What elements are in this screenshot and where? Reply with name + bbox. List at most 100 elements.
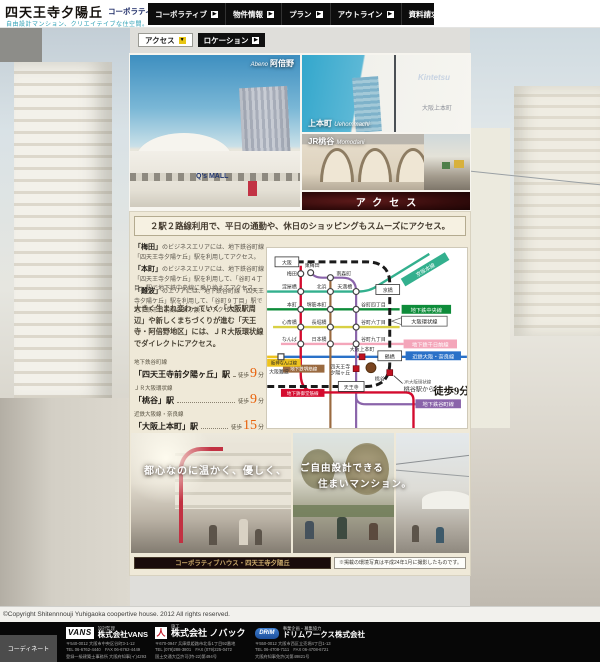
building-1 <box>514 86 600 336</box>
photo-label-uehommachi: 上本町 Uehommachi <box>308 118 372 129</box>
nav-item-cooperative[interactable]: コーポラティブ ▶ <box>148 3 227 25</box>
station-shitennoji-line1: 四天王寺 <box>330 365 350 371</box>
station-sakaisuji-hommachi: 堺筋本町 <box>307 301 327 308</box>
photo-abeno: Abeno 阿倍野 Q's MALL <box>130 55 300 207</box>
access-paragraph-umeda: 「梅田」のビジネスエリアには、地下鉄谷町線「四天王寺夕陽ケ丘」駅を利用してアクセ… <box>134 243 264 263</box>
walk-note-line: JR大阪環状線 <box>404 378 432 385</box>
nav-item-request[interactable]: 資料請求 ▶ <box>402 3 434 25</box>
concrete-wall <box>0 28 42 62</box>
station-arch <box>358 148 392 182</box>
line-label-midosuji: 地下鉄御堂筋線 <box>287 390 319 397</box>
street-pole <box>394 55 396 132</box>
dotted-leader <box>201 428 228 429</box>
station-momodani: 桃谷 <box>375 376 385 383</box>
background-photo-right <box>460 28 600 606</box>
arrow-down-icon: ▼ <box>178 36 186 44</box>
station-nagahoribashi: 長堀橋 <box>312 319 327 326</box>
photo-label-jp: JR桃谷 <box>308 137 335 146</box>
tab-access[interactable]: アクセス ▼ <box>138 33 193 47</box>
vans-logo: VANS <box>66 627 94 639</box>
pedestrian <box>239 519 248 545</box>
line-name: ＪＲ大阪環状線 <box>134 386 173 392</box>
company-name: 株式会社 ノバック <box>171 628 246 639</box>
station-umeda: 梅田 <box>287 271 297 278</box>
shop-sign <box>442 162 450 169</box>
footer-company-novac[interactable]: 人 施工 株式会社 ノバック 〒670-0947 兵庫県姫路市北条1丁目92番地… <box>155 624 247 660</box>
access-emphasis: 大きく生まれ変わっていく「大阪駅周辺」や新しくまちづくりが進む「天王寺・阿倍野地… <box>134 304 264 348</box>
photo-overlay-2a: ご自由設計できる <box>300 464 384 474</box>
cyclist <box>369 523 378 540</box>
route-map-svg: 京阪本線 地下鉄中央線 大阪環状線 地下鉄千日前線 近鉄大阪・奈良線 地下鉄谷町… <box>267 252 467 428</box>
power-line <box>396 453 469 466</box>
photo-label-en: Abeno <box>250 62 268 68</box>
lower-wall <box>0 398 130 606</box>
mall-sign: Q's MALL <box>196 173 229 180</box>
access-section-title: アクセス <box>302 192 470 210</box>
tab-label: ロケーション <box>203 35 249 45</box>
walk-note-minutes: 徒歩9分 <box>432 384 467 397</box>
footer-company-vans[interactable]: VANS 設計監理 株式会社VANS 〒540-0012 大阪市中央区谷町3-1… <box>66 626 148 660</box>
company-name: 株式会社VANS <box>97 629 148 639</box>
pedestrian <box>209 525 217 545</box>
arrow-right-icon: ▶ <box>252 36 260 44</box>
property-marker <box>365 362 377 374</box>
station-tennoji: 天王寺 <box>344 385 359 391</box>
nav-label: プラン <box>289 9 312 19</box>
station-access-item: 近鉄大阪線・奈良線 「大阪上本町」駅 徒歩 15 分 <box>134 410 264 433</box>
station-name: 「四天王寺前夕陽ヶ丘」駅 <box>134 370 230 379</box>
station-name: 「大阪上本町」駅 <box>134 422 198 431</box>
paragraph-lead: 「梅田」 <box>134 244 162 251</box>
arrow-right-icon: ▶ <box>315 10 323 18</box>
section-tabs: アクセス ▼ ロケーション ▶ <box>138 33 266 47</box>
line-label-hanshin: 阪神なんば線 <box>271 360 298 367</box>
arrow-right-icon: ▶ <box>211 10 219 18</box>
pedestrian <box>255 529 262 545</box>
photo-label-abeno: Abeno 阿倍野 <box>251 58 294 69</box>
kintetsu-subsign: 大阪上本町 <box>422 106 453 112</box>
station-temmabashi: 天満橋 <box>337 284 352 291</box>
station-tanimachi6: 谷町六丁目 <box>361 319 386 326</box>
photo-label-jp: 上本町 <box>308 119 332 128</box>
line-label-sakaisuji: 地下鉄堺筋線 <box>290 366 318 373</box>
company-license: 大阪府知事免許(3)第49821号 <box>255 653 310 659</box>
arrow-right-icon: ▶ <box>386 10 394 18</box>
nav-label: 物件情報 <box>233 9 264 19</box>
station-namba: なんば <box>282 336 297 343</box>
drim-logo: DRiM <box>255 628 279 639</box>
station-higashi-umeda: 東梅田 <box>305 262 320 269</box>
walk-label: 徒歩 <box>230 425 242 431</box>
main-nav: コーポラティブ ▶ 物件情報 ▶ プラン ▶ アウトライン ▶ 資料請求 ▶ <box>148 3 434 25</box>
cyclist <box>305 521 314 539</box>
novac-logo: 人 <box>155 627 167 639</box>
coordinate-label: コーディネート <box>0 635 57 662</box>
tall-building <box>14 62 112 406</box>
nav-item-property-info[interactable]: 物件情報 ▶ <box>226 3 283 25</box>
station-shitennoji-line2: 夕陽ヶ丘 <box>330 370 350 377</box>
company-license: 登録一級建築士事務所 大阪府知事(イ)4293 <box>66 653 147 659</box>
tab-location[interactable]: ロケーション ▶ <box>197 33 266 47</box>
dotted-leader <box>233 376 235 377</box>
red-banner <box>248 181 257 196</box>
caption-project-label: コーポラティブハウス・四天王寺夕陽丘 <box>134 557 331 569</box>
photo-label-momodani: JR桃谷 Momodani <box>308 136 366 147</box>
station-osaka-uehommachi: 大阪上本町 <box>350 346 375 353</box>
photo-uehommachi: Kintetsu 大阪上本町 上本町 Uehommachi <box>302 55 470 132</box>
footer-company-drim[interactable]: DRiM 事業企画・募集協力 ドリムワークス株式会社 〒550-0012 大阪市… <box>255 626 365 660</box>
access-title-text: アクセス <box>355 197 424 209</box>
station-nippombashi: 日本橋 <box>312 336 327 343</box>
nav-item-outline[interactable]: アウトライン ▶ <box>331 3 402 25</box>
station-shinsaibashi: 心斎橋 <box>282 319 297 326</box>
hedge <box>293 505 394 517</box>
copyright-text: ©Copyright Shitennnouji Yuhigaoka cooper… <box>0 606 600 622</box>
nav-item-plan[interactable]: プラン ▶ <box>282 3 331 25</box>
station-tanimachi9: 谷町九丁目 <box>361 336 386 343</box>
background-photo-left <box>0 28 130 606</box>
arrow-right-icon: ▶ <box>267 10 275 18</box>
paragraph-lead: 「難波」 <box>134 288 162 295</box>
tab-label: アクセス <box>145 35 175 45</box>
site-header: 四天王寺夕陽丘 コーポラティブハウス 自由設計マンション、クリエイテイブな住空間… <box>0 0 600 28</box>
station-canopy <box>422 491 469 509</box>
caption-photo-note: ※掲載の環境写真は平成24年1月に撮影したものです。 <box>334 557 466 569</box>
paragraph-lead: 「本町」 <box>134 266 162 273</box>
station-tanimachi4: 谷町四丁目 <box>361 301 386 308</box>
